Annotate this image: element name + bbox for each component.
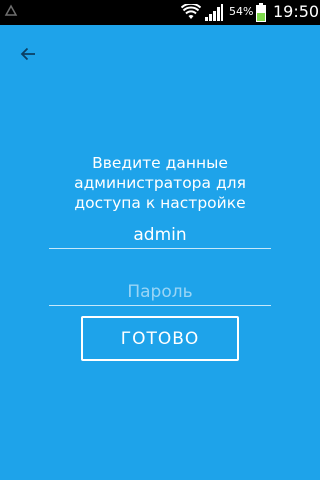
- arrow-left-icon: [20, 47, 35, 61]
- password-input[interactable]: [49, 278, 271, 306]
- status-time: 19:50: [273, 2, 320, 21]
- prompt-line-2: администратора для: [74, 174, 246, 192]
- username-input[interactable]: [49, 221, 271, 249]
- back-button[interactable]: [14, 40, 42, 68]
- wifi-icon: [180, 2, 202, 20]
- prompt-line-1: Введите данные: [92, 154, 228, 172]
- status-bar: 54% 19:50: [0, 0, 320, 25]
- signal-icon: [205, 4, 223, 21]
- battery-percent: 54%: [229, 5, 254, 18]
- done-button[interactable]: ГОТОВО: [81, 316, 239, 361]
- prompt-line-3: доступа к настройке: [74, 194, 246, 212]
- admin-prompt: Введите данные администратора для доступ…: [40, 153, 280, 213]
- battery-icon: [256, 3, 266, 22]
- notification-icon: [4, 4, 18, 18]
